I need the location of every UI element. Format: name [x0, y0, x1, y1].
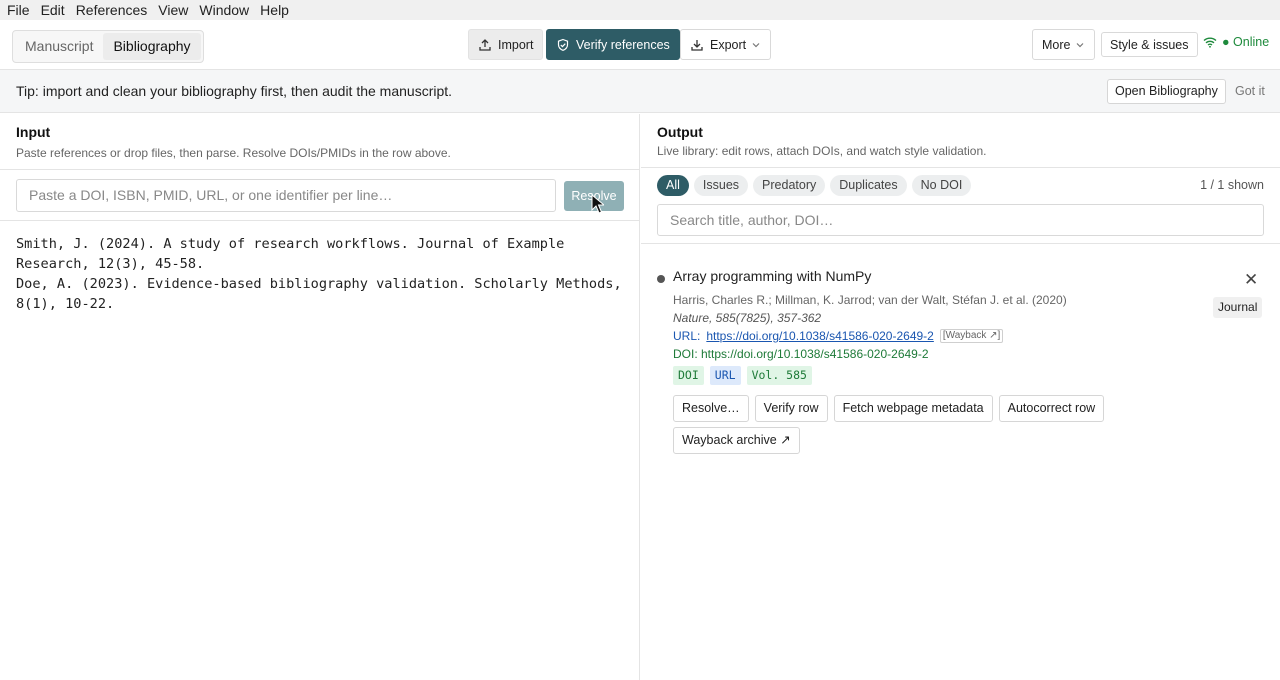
output-title: Output — [657, 124, 703, 140]
menu-help[interactable]: Help — [257, 2, 292, 18]
entry-title[interactable]: Array programming with NumPy — [673, 268, 871, 284]
menu-bar: File Edit References View Window Help — [0, 0, 1280, 20]
more-button[interactable]: More — [1032, 29, 1096, 60]
entry-url-row: URL: https://doi.org/10.1038/s41586-020-… — [673, 329, 1004, 343]
filter-no-doi[interactable]: No DOI — [911, 175, 972, 196]
doi-badge: DOI — [673, 366, 704, 385]
panes: Input Paste references or drop files, th… — [0, 114, 1280, 680]
url-badge: URL — [709, 366, 741, 385]
entry-badges: DOI URL Vol. 585 — [673, 366, 818, 385]
open-bibliography-button[interactable]: Open Bibliography — [1107, 79, 1226, 104]
close-icon[interactable]: ✕ — [1244, 270, 1258, 290]
fetch-metadata-button[interactable]: Fetch webpage metadata — [833, 395, 993, 422]
chevron-down-icon — [752, 42, 760, 47]
import-label: Import — [498, 37, 534, 52]
filter-chips: All Issues Predatory Duplicates No DOI — [657, 175, 976, 196]
shown-count: 1 / 1 shown — [1200, 178, 1264, 192]
online-status: ● Online — [1203, 35, 1269, 49]
input-pane: Input Paste references or drop files, th… — [0, 114, 640, 680]
shield-check-icon — [557, 38, 569, 51]
output-header: Output Live library: edit rows, attach D… — [641, 114, 1280, 168]
menu-edit[interactable]: Edit — [38, 2, 68, 18]
more-label: More — [1042, 37, 1071, 52]
output-pane: Output Live library: edit rows, attach D… — [641, 114, 1280, 680]
download-icon — [691, 39, 703, 51]
upload-icon — [479, 38, 491, 51]
entry-url-link[interactable]: https://doi.org/10.1038/s41586-020-2649-… — [706, 329, 934, 343]
url-label: URL: — [673, 329, 701, 343]
menu-window[interactable]: Window — [196, 2, 252, 18]
tip-bar: Tip: import and clean your bibliography … — [0, 70, 1280, 113]
export-button[interactable]: Export — [680, 29, 772, 60]
input-subtitle: Paste references or drop files, then par… — [16, 146, 451, 160]
mouse-cursor-icon — [591, 194, 604, 214]
filter-predatory[interactable]: Predatory — [753, 175, 826, 196]
menu-view[interactable]: View — [155, 2, 191, 18]
entry-type-badge: Journal — [1213, 297, 1263, 318]
verify-label: Verify references — [576, 37, 670, 52]
online-label: ● Online — [1222, 35, 1270, 49]
status-dot-icon — [657, 275, 665, 283]
filter-bar: All Issues Predatory Duplicates No DOI 1… — [641, 168, 1280, 244]
resolve-row-button[interactable]: Resolve… — [673, 395, 749, 422]
input-header: Input Paste references or drop files, th… — [0, 114, 639, 170]
verify-row-button[interactable]: Verify row — [754, 395, 828, 422]
got-it-button[interactable]: Got it — [1235, 84, 1265, 98]
autocorrect-row-button[interactable]: Autocorrect row — [998, 395, 1105, 422]
entry-journal: Nature, 585(7825), 357-362 — [673, 311, 822, 325]
export-label: Export — [710, 37, 747, 52]
volume-badge: Vol. 585 — [746, 366, 812, 385]
input-title: Input — [16, 124, 51, 140]
chevron-down-icon — [1077, 42, 1084, 47]
view-switcher: Manuscript Bibliography — [12, 30, 204, 63]
library-search-input[interactable]: Search title, author, DOI… — [657, 204, 1264, 236]
wayback-link[interactable]: [Wayback ↗] — [939, 329, 1004, 343]
wayback-archive-button[interactable]: Wayback archive ↗ — [673, 427, 800, 454]
tab-bibliography[interactable]: Bibliography — [103, 33, 201, 60]
tab-manuscript[interactable]: Manuscript — [15, 33, 103, 60]
filter-all[interactable]: All — [657, 175, 689, 196]
identifier-input[interactable]: Paste a DOI, ISBN, PMID, URL, or one ide… — [16, 179, 556, 212]
tip-text: Tip: import and clean your bibliography … — [16, 83, 453, 99]
references-textarea[interactable]: Smith, J. (2024). A study of research wo… — [16, 234, 626, 314]
entry-actions: Resolve… Verify row Fetch webpage metada… — [673, 395, 1213, 459]
filter-issues[interactable]: Issues — [693, 175, 749, 196]
output-subtitle: Live library: edit rows, attach DOIs, an… — [657, 144, 987, 158]
entry-authors: Harris, Charles R.; Millman, K. Jarrod; … — [673, 293, 1067, 307]
filter-duplicates[interactable]: Duplicates — [830, 175, 907, 196]
identifier-row: Paste a DOI, ISBN, PMID, URL, or one ide… — [0, 170, 639, 221]
wifi-icon — [1203, 37, 1217, 48]
toolbar: Manuscript Bibliography Import Verify re… — [0, 20, 1280, 70]
verify-references-button[interactable]: Verify references — [546, 29, 680, 60]
entry-doi: DOI: https://doi.org/10.1038/s41586-020-… — [673, 347, 929, 361]
import-button[interactable]: Import — [468, 29, 544, 60]
menu-file[interactable]: File — [4, 2, 33, 18]
style-issues-button[interactable]: Style & issues — [1101, 32, 1198, 57]
menu-references[interactable]: References — [73, 2, 151, 18]
